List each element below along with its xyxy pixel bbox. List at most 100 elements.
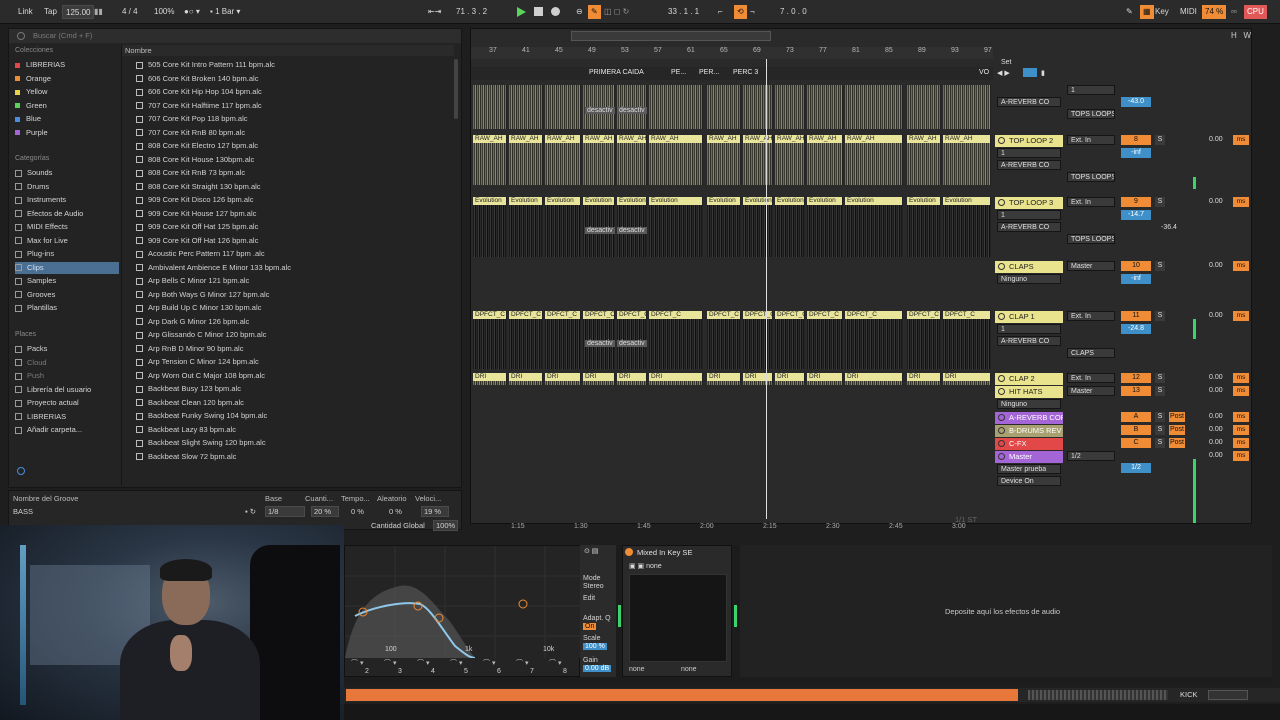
input-type-select[interactable]: Master bbox=[1067, 261, 1115, 271]
track-name[interactable]: TOP LOOP 3 bbox=[995, 197, 1063, 209]
track-delay-value[interactable]: 0.00 bbox=[1209, 425, 1223, 435]
punch-out-icon[interactable]: ¬ bbox=[750, 5, 755, 19]
track-name[interactable]: A-REVERB COR bbox=[995, 412, 1063, 424]
audio-clip[interactable]: DPFCT_C bbox=[943, 311, 991, 369]
nudge-icon[interactable]: ▮▮ bbox=[94, 5, 103, 19]
search-input[interactable]: Buscar (Cmd + F) bbox=[9, 29, 461, 43]
place-item[interactable]: LIBRERIAS bbox=[15, 411, 119, 423]
locator-lane[interactable]: PRIMERA CAIDA PE... PER... PERC 3 VO bbox=[471, 67, 993, 80]
input-channel-select[interactable]: Ninguno bbox=[997, 399, 1061, 409]
audio-clip[interactable]: DRI bbox=[943, 373, 991, 385]
eq-filter-type-icon[interactable]: ⌒ ▾ bbox=[483, 658, 495, 668]
bar-ruler[interactable]: 37 41 45 49 53 57 61 65 69 73 77 81 85 89 93 97 bbox=[471, 47, 993, 59]
groove-column-header[interactable]: Aleatorio bbox=[377, 494, 407, 503]
audio-clip[interactable]: DRI bbox=[775, 373, 805, 385]
mik-bottom-right[interactable]: none bbox=[681, 666, 697, 673]
audio-clip[interactable]: RAW_AH bbox=[617, 135, 647, 185]
track-name[interactable]: Master bbox=[995, 451, 1063, 463]
file-item[interactable]: Acoustic Perc Pattern 117 bpm .alc bbox=[136, 247, 265, 260]
tap-button[interactable]: Tap bbox=[44, 5, 57, 19]
input-type-select[interactable]: Ext. In bbox=[1067, 311, 1115, 321]
track-number[interactable]: 8 bbox=[1121, 135, 1151, 145]
output-group-select[interactable]: TOPS LOOPS bbox=[1067, 109, 1115, 119]
groove-base[interactable]: 1/8 bbox=[265, 506, 305, 517]
place-item[interactable]: Packs bbox=[15, 343, 119, 355]
mik-bottom-left[interactable]: none bbox=[629, 666, 645, 673]
output-select[interactable]: A-REVERB CO bbox=[997, 97, 1061, 107]
category-item[interactable]: Grooves bbox=[15, 289, 119, 301]
eq-gain-value[interactable]: 0.00 dB bbox=[583, 665, 612, 672]
zoom-value[interactable]: 100% bbox=[154, 5, 174, 19]
input-channel-select[interactable]: Ninguno bbox=[997, 274, 1061, 284]
audio-clip[interactable]: DRI bbox=[509, 373, 543, 385]
locator-marker[interactable]: PER... bbox=[699, 69, 719, 76]
play-icon[interactable] bbox=[517, 7, 526, 17]
file-item[interactable]: Backbeat Funky Swing 104 bpm.alc bbox=[136, 409, 267, 422]
eq-filter-type-icon[interactable]: ⌒ ▾ bbox=[549, 658, 561, 668]
link-button[interactable]: Link bbox=[18, 5, 33, 19]
input-type-select[interactable]: Master bbox=[1067, 386, 1115, 396]
track-fold-icon[interactable] bbox=[998, 440, 1005, 447]
eq-band-number[interactable]: 2 bbox=[365, 668, 369, 675]
groove-name[interactable]: BASS bbox=[13, 507, 33, 516]
audio-clip[interactable]: DPFCT_C bbox=[807, 311, 843, 369]
track-number[interactable]: C bbox=[1121, 438, 1151, 448]
category-item[interactable]: Plantillas bbox=[15, 302, 119, 314]
audio-clip[interactable]: DRI bbox=[743, 373, 773, 385]
track-name[interactable]: C-FX bbox=[995, 438, 1063, 450]
audio-clip[interactable]: DPFCT_C bbox=[509, 311, 543, 369]
mik-power-icon[interactable] bbox=[625, 548, 633, 556]
locator-marker[interactable]: PERC 3 bbox=[733, 69, 758, 76]
volume-value[interactable]: -43.0 bbox=[1121, 97, 1151, 107]
solo-button[interactable]: S bbox=[1155, 425, 1165, 435]
audio-clip[interactable]: Evolution bbox=[807, 197, 843, 257]
delay-unit[interactable]: ms bbox=[1233, 386, 1249, 396]
locator-marker[interactable]: VO bbox=[979, 69, 989, 76]
mik-preset[interactable]: ▣ ▣ none bbox=[629, 562, 662, 570]
track-delay-value[interactable]: 0.00 bbox=[1209, 386, 1223, 396]
eq-filter-type-icon[interactable]: ⌒ ▾ bbox=[351, 658, 363, 668]
input-type-select[interactable]: Ext. In bbox=[1067, 373, 1115, 383]
track-name[interactable]: CLAP 2 bbox=[995, 373, 1063, 385]
volume-value[interactable]: -inf bbox=[1121, 148, 1151, 158]
groove-column-header[interactable]: Cuanti... bbox=[305, 494, 333, 503]
file-item[interactable]: 707 Core Kit RnB 80 bpm.alc bbox=[136, 126, 245, 139]
volume-value[interactable]: -14.7 bbox=[1121, 210, 1151, 220]
input-channel-select[interactable]: 1 bbox=[997, 210, 1061, 220]
place-item[interactable]: Push bbox=[15, 370, 119, 382]
automation-arm-icon[interactable]: ✎ bbox=[588, 5, 601, 19]
eq-curve-display[interactable] bbox=[345, 546, 581, 659]
track-number[interactable]: 10 bbox=[1121, 261, 1151, 271]
solo-button[interactable]: S bbox=[1155, 373, 1165, 383]
track-fold-icon[interactable] bbox=[998, 453, 1005, 460]
file-item[interactable]: 808 Core Kit RnB 73 bpm.alc bbox=[136, 166, 245, 179]
delay-unit[interactable]: ms bbox=[1233, 373, 1249, 383]
file-item[interactable]: 808 Core Kit Electro 127 bpm.alc bbox=[136, 139, 258, 152]
track-number[interactable]: 9 bbox=[1121, 197, 1151, 207]
file-item[interactable]: 909 Core Kit Disco 126 bpm.alc bbox=[136, 193, 253, 206]
delay-unit[interactable]: ms bbox=[1233, 197, 1249, 207]
output-select[interactable]: A-REVERB CO bbox=[997, 222, 1061, 232]
file-item[interactable]: Arp Worn Out C Major 108 bpm.alc bbox=[136, 369, 265, 382]
groove-column-header[interactable]: Nombre del Groove bbox=[13, 494, 78, 503]
audio-clip[interactable]: DRI bbox=[845, 373, 903, 385]
solo-button[interactable]: S bbox=[1155, 311, 1165, 321]
post-toggle[interactable]: Post bbox=[1169, 412, 1185, 422]
audio-clip[interactable]: RAW_AH bbox=[649, 135, 703, 185]
groove-random[interactable]: 0 % bbox=[389, 507, 402, 516]
place-item[interactable]: Librería del usuario bbox=[15, 384, 119, 396]
track-delay-value[interactable]: 0.00 bbox=[1209, 197, 1223, 207]
file-item[interactable]: Arp Tension C Minor 124 bpm.alc bbox=[136, 355, 259, 368]
audio-clip[interactable]: RAW_AH bbox=[907, 135, 941, 185]
key-map-button[interactable]: Key bbox=[1155, 5, 1169, 19]
collection-item[interactable]: Purple bbox=[15, 127, 119, 139]
input-type-select[interactable]: Ext. In bbox=[1067, 197, 1115, 207]
solo-button[interactable]: S bbox=[1155, 197, 1165, 207]
delay-unit[interactable]: ms bbox=[1233, 425, 1249, 435]
file-item[interactable]: 909 Core Kit Off Hat 126 bpm.alc bbox=[136, 234, 258, 247]
delay-unit[interactable]: ms bbox=[1233, 451, 1249, 461]
delay-unit[interactable]: ms bbox=[1233, 438, 1249, 448]
audio-clip[interactable]: RAW_AH bbox=[583, 135, 615, 185]
output-group-select[interactable]: TOPS LOOPS bbox=[1067, 234, 1115, 244]
file-item[interactable]: Arp Both Ways G Minor 127 bpm.alc bbox=[136, 288, 269, 301]
